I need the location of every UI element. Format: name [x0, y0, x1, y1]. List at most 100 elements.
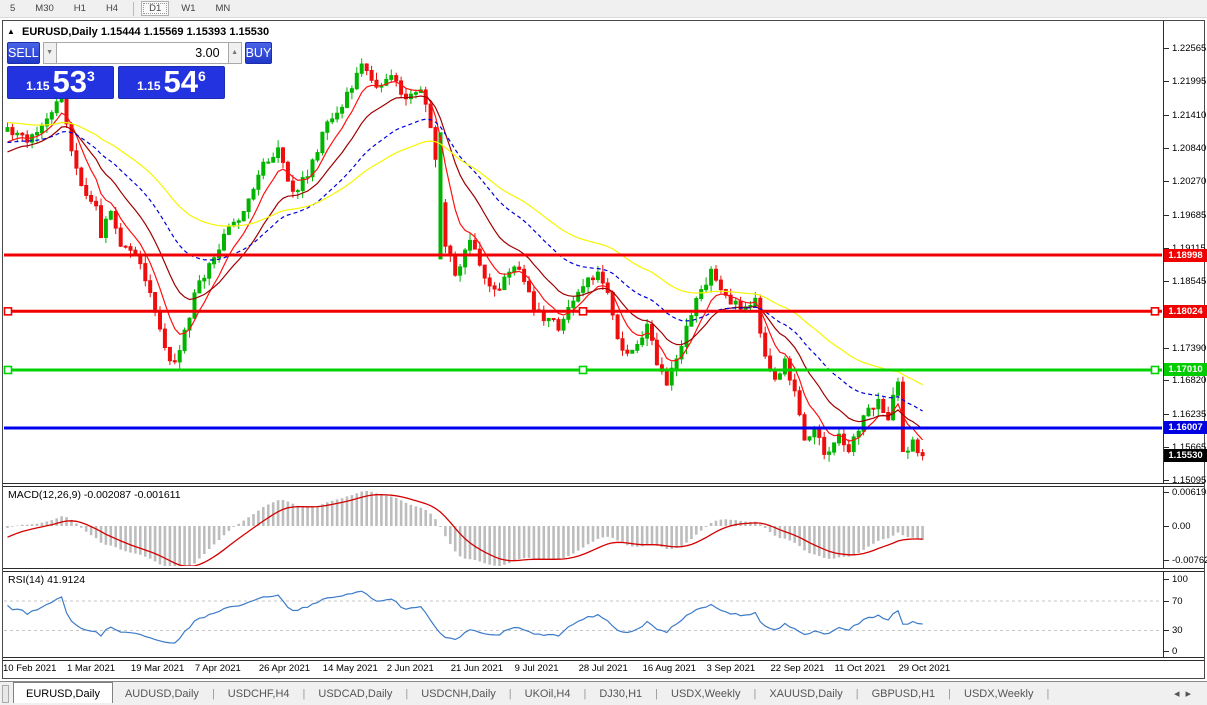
rsi-tick-mark — [1164, 651, 1169, 652]
tab-audusd-daily[interactable]: AUDUSD,Daily — [113, 685, 211, 703]
macd-histogram — [8, 491, 923, 566]
price-tick-label: 1.21410 — [1172, 110, 1206, 121]
tab-usdcnh-daily[interactable]: USDCNH,Daily — [409, 685, 508, 703]
chart-canvas[interactable] — [0, 0, 1207, 705]
tab-eurusd-daily[interactable]: EURUSD,Daily — [13, 682, 113, 703]
volume-increase-icon[interactable]: ▲ — [228, 42, 242, 64]
date-label: 14 May 2021 — [323, 663, 378, 674]
hline-anchor[interactable] — [580, 366, 587, 373]
hline-anchor[interactable] — [1152, 366, 1159, 373]
date-label: 1 Mar 2021 — [67, 663, 115, 674]
tabs-holder: EURUSD,DailyAUDUSD,Daily|USDCHF,H4|USDCA… — [13, 684, 1050, 703]
price-tick-label: 1.17390 — [1172, 343, 1206, 354]
tab-usdx-weekly[interactable]: USDX,Weekly — [659, 685, 752, 703]
tabbar-gripper[interactable] — [2, 685, 9, 703]
price-tag-1.15530: 1.15530 — [1164, 449, 1207, 462]
tab-ukoil-h4[interactable]: UKOil,H4 — [513, 685, 583, 703]
price-tick-mark — [1164, 380, 1169, 381]
price-tick-mark — [1164, 81, 1169, 82]
tab-gbpusd-h1[interactable]: GBPUSD,H1 — [860, 685, 948, 703]
tab-separator: | — [509, 688, 512, 700]
pane-splitter-time[interactable] — [3, 657, 1204, 661]
tab-separator: | — [753, 688, 756, 700]
date-label: 3 Sep 2021 — [707, 663, 756, 674]
price-tick-mark — [1164, 48, 1169, 49]
tab-scroll-right-icon[interactable]: ▸ — [1185, 688, 1197, 700]
pane-splitter-macd[interactable] — [3, 483, 1204, 487]
volume-decrease-icon[interactable]: ▼ — [43, 42, 57, 64]
tab-xauusd-daily[interactable]: XAUUSD,Daily — [757, 685, 854, 703]
price-tick-label: 1.18545 — [1172, 276, 1206, 287]
rsi-tick-label: 70 — [1172, 596, 1183, 607]
date-label: 28 Jul 2021 — [579, 663, 628, 674]
tab-separator: | — [583, 688, 586, 700]
date-label: 16 Aug 2021 — [643, 663, 696, 674]
price-tick-mark — [1164, 480, 1169, 481]
price-tick-label: 1.20270 — [1172, 176, 1206, 187]
buy-price-display[interactable]: 1.15 54 6 — [118, 66, 225, 99]
date-label: 21 Jun 2021 — [451, 663, 503, 674]
price-tag-1.16007: 1.16007 — [1164, 421, 1207, 434]
rsi-tick-mark — [1164, 601, 1169, 602]
buy-price-pip: 6 — [198, 68, 206, 84]
tab-separator: | — [948, 688, 951, 700]
one-click-trading-panel: SELL ▼ ▲ BUY 1.15 53 3 1.15 54 6 — [7, 42, 225, 99]
tab-separator: | — [856, 688, 859, 700]
hline-anchor[interactable] — [5, 308, 12, 315]
date-label: 22 Sep 2021 — [771, 663, 825, 674]
price-tick-label: 1.22565 — [1172, 43, 1206, 54]
price-tick-label: 1.21995 — [1172, 76, 1206, 87]
sell-price-prefix: 1.15 — [26, 79, 49, 93]
macd-tick-label: 0.006193 — [1172, 487, 1207, 498]
price-tag-1.18998: 1.18998 — [1164, 249, 1207, 262]
date-label: 19 Mar 2021 — [131, 663, 184, 674]
pane-splitter-rsi[interactable] — [3, 568, 1204, 572]
tab-usdcad-daily[interactable]: USDCAD,Daily — [306, 685, 404, 703]
price-tick-label: 1.19685 — [1172, 210, 1206, 221]
sell-button[interactable]: SELL — [7, 42, 40, 64]
price-tick-mark — [1164, 414, 1169, 415]
rsi-tick-label: 30 — [1172, 625, 1183, 636]
chart-tab-bar: EURUSD,DailyAUDUSD,Daily|USDCHF,H4|USDCA… — [0, 681, 1207, 705]
tab-scroll-arrows: ◂▸ — [1174, 687, 1197, 700]
price-tick-label: 1.16235 — [1172, 409, 1206, 420]
buy-button[interactable]: BUY — [245, 42, 273, 64]
tab-separator: | — [212, 688, 215, 700]
tab-separator: | — [655, 688, 658, 700]
macd-tick-mark — [1164, 492, 1169, 493]
tab-separator: | — [405, 688, 408, 700]
macd-tick-mark — [1164, 526, 1169, 527]
price-tag-1.17010: 1.17010 — [1164, 363, 1207, 376]
price-tick-mark — [1164, 215, 1169, 216]
price-tick-label: 1.20840 — [1172, 143, 1206, 154]
volume-input[interactable] — [57, 42, 228, 64]
chart-title: ▲ EURUSD,Daily 1.15444 1.15569 1.15393 1… — [7, 26, 269, 38]
macd-indicator-label: MACD(12,26,9) -0.002087 -0.001611 — [8, 489, 181, 501]
hline-anchor[interactable] — [5, 366, 12, 373]
sell-price-pip: 3 — [87, 68, 95, 84]
rsi-tick-label: 0 — [1172, 646, 1177, 657]
price-tick-mark — [1164, 281, 1169, 282]
collapse-panel-icon[interactable]: ▲ — [7, 27, 15, 36]
chart-symbol-label: EURUSD,Daily — [22, 26, 98, 38]
tab-scroll-left-icon[interactable]: ◂ — [1174, 688, 1186, 700]
tab-usdchf-h4[interactable]: USDCHF,H4 — [216, 685, 302, 703]
date-label: 2 Jun 2021 — [387, 663, 434, 674]
sell-price-display[interactable]: 1.15 53 3 — [7, 66, 114, 99]
price-tick-mark — [1164, 148, 1169, 149]
tab-usdx-weekly[interactable]: USDX,Weekly — [952, 685, 1045, 703]
ohlc-close: 1.15530 — [229, 26, 269, 38]
rsi-line — [8, 591, 923, 643]
price-tick-mark — [1164, 115, 1169, 116]
date-label: 29 Oct 2021 — [898, 663, 950, 674]
rsi-tick-mark — [1164, 630, 1169, 631]
tab-separator: | — [303, 688, 306, 700]
hline-anchor[interactable] — [1152, 308, 1159, 315]
date-label: 7 Apr 2021 — [195, 663, 241, 674]
hline-anchor[interactable] — [580, 308, 587, 315]
date-label: 9 Jul 2021 — [515, 663, 559, 674]
sell-price-big: 53 — [53, 68, 87, 96]
rsi-indicator-label: RSI(14) 41.9124 — [8, 574, 85, 586]
rsi-tick-label: 100 — [1172, 574, 1188, 585]
tab-dj30-h1[interactable]: DJ30,H1 — [587, 685, 654, 703]
